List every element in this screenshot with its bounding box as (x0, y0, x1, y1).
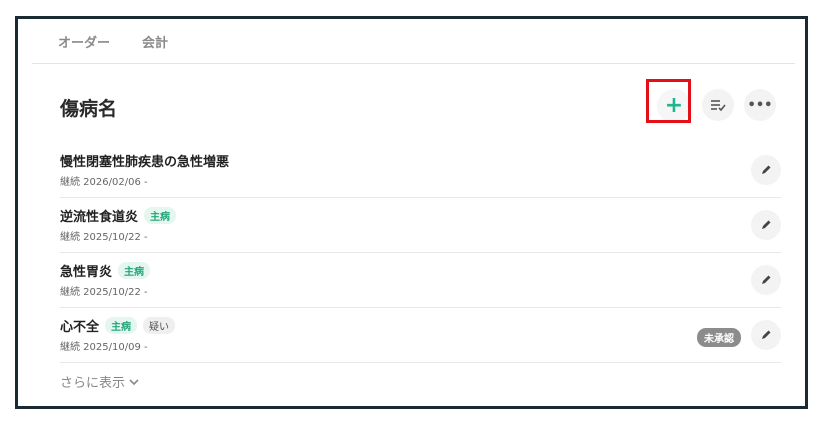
show-more-link[interactable]: さらに表示 (60, 372, 139, 391)
diagnosis-name: 急性胃炎 (60, 265, 113, 280)
suspected-badge: 疑い (143, 317, 176, 334)
more-options-button[interactable]: ••• (744, 89, 776, 121)
diagnosis-status: 継続 2026/02/06 - (60, 177, 148, 188)
tab-billing[interactable]: 会計 (142, 32, 168, 51)
list-check-icon (711, 100, 726, 111)
diagnosis-name: 心不全 (60, 320, 100, 335)
diagnosis-name: 慢性閉塞性肺疾患の急性増悪 (60, 155, 230, 170)
diagnosis-status: 継続 2025/10/09 - (60, 342, 148, 353)
list-item[interactable]: 心不全 主病 疑い 継続 2025/10/09 - 未承認 (60, 310, 781, 363)
sort-button[interactable] (702, 89, 734, 121)
diagnosis-status: 継続 2025/10/22 - (60, 232, 148, 243)
pencil-icon (762, 330, 771, 339)
main-disease-badge: 主病 (144, 207, 177, 224)
section-title: 傷病名 (60, 98, 118, 120)
edit-button[interactable] (751, 265, 781, 295)
pencil-icon (762, 275, 771, 284)
ellipsis-icon: ••• (747, 97, 773, 113)
main-disease-badge: 主病 (118, 262, 151, 279)
list-item[interactable]: 急性胃炎 主病 継続 2025/10/22 - (60, 255, 781, 308)
edit-button[interactable] (751, 155, 781, 185)
diagnosis-name: 逆流性食道炎 (60, 210, 139, 225)
add-diagnosis-button[interactable]: + (657, 89, 691, 123)
edit-button[interactable] (751, 320, 781, 350)
pencil-icon (762, 165, 771, 174)
edit-button[interactable] (751, 210, 781, 240)
tab-order[interactable]: オーダー (58, 32, 110, 51)
tab-bar: オーダー 会計 (32, 19, 795, 64)
chevron-down-icon (129, 378, 139, 385)
main-disease-badge: 主病 (105, 317, 138, 334)
diagnosis-panel: オーダー 会計 傷病名 + ••• 慢性閉塞性肺疾患の急性増悪 継続 2026/… (15, 16, 808, 409)
plus-icon: + (664, 93, 684, 118)
show-more-label: さらに表示 (60, 376, 126, 391)
unapproved-badge: 未承認 (697, 328, 741, 347)
list-item[interactable]: 慢性閉塞性肺疾患の急性増悪 継続 2026/02/06 - (60, 145, 781, 198)
diagnosis-list: 慢性閉塞性肺疾患の急性増悪 継続 2026/02/06 - 逆流性食道炎 主病 … (60, 145, 781, 365)
diagnosis-status: 継続 2025/10/22 - (60, 287, 148, 298)
pencil-icon (762, 220, 771, 229)
list-item[interactable]: 逆流性食道炎 主病 継続 2025/10/22 - (60, 200, 781, 253)
